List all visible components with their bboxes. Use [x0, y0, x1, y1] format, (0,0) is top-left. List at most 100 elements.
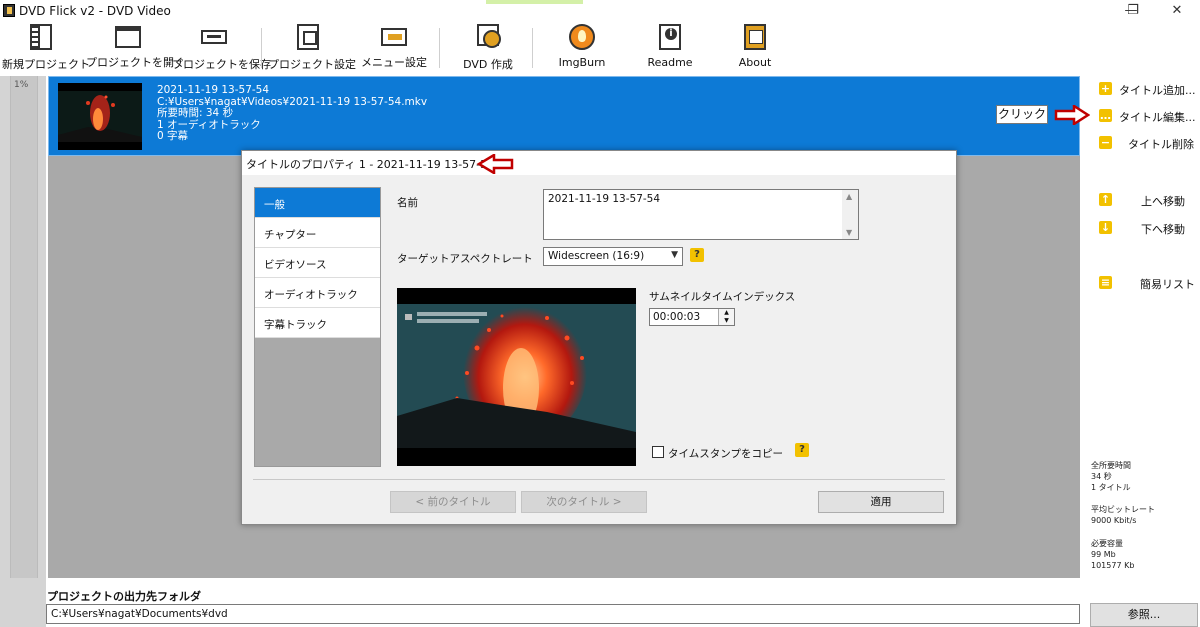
- click-callout: クリック: [996, 105, 1048, 124]
- title-thumbnail: [58, 83, 142, 150]
- info-icon: [659, 24, 681, 50]
- thumbnail-index-value: 00:00:03: [653, 311, 701, 323]
- ellipsis-icon: …: [1099, 109, 1112, 122]
- tab-audio-tracks[interactable]: オーディオトラック: [255, 278, 380, 308]
- new-project-button[interactable]: 新規プロジェクト: [2, 24, 90, 72]
- progress-strip: 1%: [0, 76, 46, 627]
- menu-icon: [381, 28, 407, 46]
- stats-bitrate: 平均ビットレート 9000 Kbit/s: [1091, 504, 1155, 526]
- move-up-button[interactable]: ↑ 上へ移動: [1099, 191, 1199, 209]
- add-title-label: タイトル追加...: [1119, 84, 1196, 97]
- aspect-select-value: Widescreen (16:9): [548, 250, 645, 262]
- spinner-buttons[interactable]: ▲ ▼: [718, 309, 734, 325]
- timestamp-help-icon[interactable]: ?: [795, 443, 809, 457]
- chevron-down-icon: ▼: [671, 250, 678, 260]
- new-project-label: 新規プロジェクト: [2, 58, 90, 71]
- scroll-up-icon: ▲: [846, 192, 853, 201]
- project-settings-button[interactable]: プロジェクト設定: [268, 24, 356, 72]
- title-actions-panel: + タイトル追加... … タイトル編集... − タイトル削除 ↑ 上へ移動 …: [1081, 76, 1200, 576]
- stats-size-label: 必要容量: [1091, 539, 1123, 548]
- save-project-label: プロジェクトを保存: [172, 58, 271, 71]
- list-icon: ≡: [1099, 276, 1112, 289]
- dialog-tab-list: 一般 チャプター ビデオソース オーディオトラック 字幕トラック: [254, 187, 381, 467]
- edit-title-label: タイトル編集...: [1119, 111, 1196, 124]
- open-project-label: プロジェクトを開く: [86, 56, 185, 69]
- spin-up-icon[interactable]: ▲: [719, 309, 734, 317]
- thumbnail-index-label: サムネイルタイムインデックス: [649, 291, 796, 303]
- output-folder-input[interactable]: C:¥Users¥nagat¥Documents¥dvd: [46, 604, 1080, 624]
- delete-title-button[interactable]: − タイトル削除: [1099, 134, 1199, 152]
- menu-settings-label: メニュー設定: [361, 56, 427, 69]
- title-accent-strip: [486, 0, 583, 4]
- film-icon: [30, 24, 52, 50]
- stats-total-time: 全所要時間 34 秒 1 タイトル: [1091, 460, 1131, 493]
- thumbnail-preview: [397, 288, 636, 466]
- name-field-scrollbar[interactable]: ▲ ▼: [842, 190, 858, 239]
- close-button[interactable]: ✕: [1154, 0, 1200, 22]
- app-icon: [3, 4, 15, 17]
- add-title-button[interactable]: + タイトル追加...: [1099, 80, 1199, 98]
- name-field[interactable]: 2021-11-19 13-57-54 ▲ ▼: [543, 189, 859, 240]
- spin-down-icon[interactable]: ▼: [719, 317, 734, 325]
- app-window: DVD Flick v2 - DVD Video — ❐ ✕ 新規プロジェクト …: [0, 0, 1200, 627]
- fire-icon: [569, 24, 595, 50]
- aspect-select[interactable]: Widescreen (16:9) ▼: [543, 247, 683, 266]
- move-down-label: 下へ移動: [1141, 223, 1185, 236]
- open-project-button[interactable]: プロジェクトを開く: [86, 24, 185, 72]
- progress-strip-bottom: [0, 578, 46, 627]
- title-row[interactable]: 2021-11-19 13-57-54 C:¥Users¥nagat¥Video…: [48, 76, 1080, 156]
- aspect-help-icon[interactable]: ?: [690, 248, 704, 262]
- volcano-preview-image: [397, 288, 636, 466]
- tab-chapters[interactable]: チャプター: [255, 218, 380, 248]
- tab-video-source[interactable]: ビデオソース: [255, 248, 380, 278]
- drive-icon: [201, 30, 227, 44]
- menu-settings-button[interactable]: メニュー設定: [354, 24, 434, 72]
- toolbar-separator: [439, 28, 440, 68]
- toolbar-separator: [261, 28, 262, 68]
- simple-list-button[interactable]: ≡ 簡易リスト: [1099, 274, 1199, 292]
- title-row-details: 2021-11-19 13-57-54 C:¥Users¥nagat¥Video…: [157, 84, 427, 143]
- name-label: 名前: [397, 197, 418, 209]
- stats-size: 必要容量 99 Mb 101577 Kb: [1091, 538, 1134, 571]
- about-icon: [744, 24, 766, 50]
- save-project-button[interactable]: プロジェクトを保存: [172, 24, 271, 72]
- create-dvd-button[interactable]: DVD 作成: [452, 24, 524, 72]
- imgburn-button[interactable]: ImgBurn: [550, 24, 614, 72]
- tab-subtitle-tracks[interactable]: 字幕トラック: [255, 308, 380, 338]
- minus-icon: −: [1099, 136, 1112, 149]
- copy-timestamp-checkbox[interactable]: [652, 446, 664, 458]
- edit-title-button[interactable]: … タイトル編集...: [1099, 107, 1199, 125]
- title-row-audio: 1 オーディオトラック: [157, 118, 261, 131]
- title-row-name: 2021-11-19 13-57-54: [157, 84, 270, 96]
- about-button[interactable]: About: [723, 24, 787, 72]
- dialog-separator: [253, 479, 945, 480]
- stats-total-time-label: 全所要時間: [1091, 461, 1131, 470]
- restore-button[interactable]: ❐: [1110, 0, 1156, 22]
- readme-button[interactable]: Readme: [638, 24, 702, 72]
- document-icon: [297, 24, 319, 50]
- plus-icon: +: [1099, 82, 1112, 95]
- annotation-arrow-right-icon: [1054, 105, 1090, 125]
- prev-title-button[interactable]: < 前のタイトル: [390, 491, 516, 513]
- simple-list-label: 簡易リスト: [1140, 278, 1195, 291]
- project-settings-label: プロジェクト設定: [268, 58, 356, 71]
- readme-label: Readme: [647, 56, 693, 69]
- name-field-value: 2021-11-19 13-57-54: [548, 193, 661, 205]
- next-title-button[interactable]: 次のタイトル >: [521, 491, 647, 513]
- apply-button[interactable]: 適用: [818, 491, 944, 513]
- browse-button[interactable]: 参照...: [1090, 603, 1198, 627]
- stats-size-kb: 101577 Kb: [1091, 561, 1135, 570]
- dialog-title: タイトルのプロパティ 1 - 2021-11-19 13-57-54: [246, 158, 495, 171]
- stats-size-mb: 99 Mb: [1091, 550, 1116, 559]
- folder-icon: [115, 26, 141, 48]
- annotation-arrow-left-icon: [476, 154, 514, 174]
- stats-total-time-value: 34 秒: [1091, 472, 1112, 481]
- dvd-icon: [477, 24, 501, 48]
- tab-general[interactable]: 一般: [255, 188, 380, 218]
- dialog-title-bar: タイトルのプロパティ 1 - 2021-11-19 13-57-54: [242, 151, 956, 175]
- title-row-duration: 所要時間: 34 秒: [157, 107, 234, 119]
- thumbnail-index-spinner[interactable]: 00:00:03 ▲ ▼: [649, 308, 735, 326]
- delete-title-label: タイトル削除: [1128, 138, 1194, 151]
- move-down-button[interactable]: ↓ 下へ移動: [1099, 219, 1199, 237]
- title-row-subtitles: 0 字幕: [157, 130, 189, 142]
